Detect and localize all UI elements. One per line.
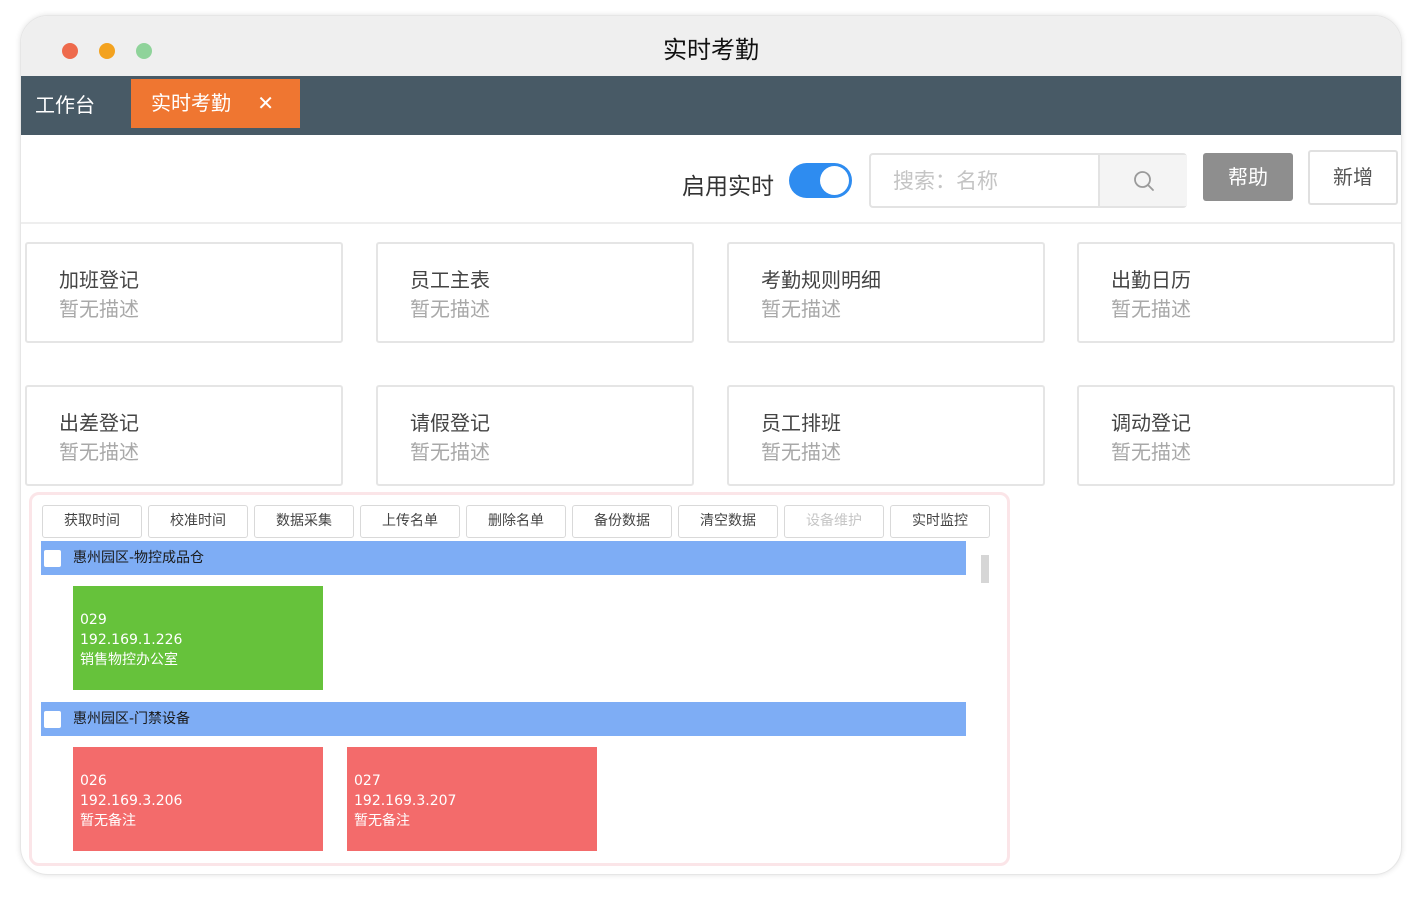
app-window: 实时考勤 工作台 实时考勤 ✕ 启用实时 帮助 新增 加班登记 暂无描述 bbox=[20, 15, 1402, 875]
device-ip: 192.169.1.226 bbox=[80, 632, 183, 648]
card-title: 出差登记 bbox=[59, 411, 139, 435]
group-name: 惠州园区-门禁设备 bbox=[73, 711, 191, 727]
device-tile[interactable]: 026 192.169.3.206 暂无备注 bbox=[73, 747, 323, 851]
card-desc: 暂无描述 bbox=[1111, 297, 1191, 321]
device-id: 026 bbox=[80, 773, 107, 789]
title-bar: 实时考勤 bbox=[21, 16, 1401, 76]
realtime-monitor-button[interactable]: 实时监控 bbox=[890, 505, 990, 538]
card-title: 调动登记 bbox=[1111, 411, 1191, 435]
device-note: 暂无备注 bbox=[354, 813, 410, 829]
device-maintenance-button: 设备维护 bbox=[784, 505, 884, 538]
card-desc: 暂无描述 bbox=[59, 440, 139, 464]
close-icon[interactable]: ✕ bbox=[257, 79, 274, 128]
device-tile[interactable]: 029 192.169.1.226 销售物控办公室 bbox=[73, 586, 323, 690]
search-box bbox=[869, 153, 1187, 208]
search-button[interactable] bbox=[1098, 155, 1187, 206]
clear-data-button[interactable]: 清空数据 bbox=[678, 505, 778, 538]
group-checkbox[interactable] bbox=[44, 711, 61, 728]
card-overtime[interactable]: 加班登记 暂无描述 bbox=[25, 242, 343, 343]
get-time-button[interactable]: 获取时间 bbox=[42, 505, 142, 538]
device-note: 销售物控办公室 bbox=[80, 652, 178, 668]
card-leave[interactable]: 请假登记 暂无描述 bbox=[376, 385, 694, 486]
card-title: 出勤日历 bbox=[1111, 268, 1191, 292]
tab-label: 实时考勤 bbox=[151, 91, 231, 115]
card-attendance-calendar[interactable]: 出勤日历 暂无描述 bbox=[1077, 242, 1395, 343]
group-checkbox[interactable] bbox=[44, 550, 61, 567]
tab-realtime-attendance[interactable]: 实时考勤 ✕ bbox=[131, 79, 300, 128]
card-desc: 暂无描述 bbox=[410, 297, 490, 321]
card-title: 员工主表 bbox=[410, 268, 490, 292]
card-title: 考勤规则明细 bbox=[761, 268, 881, 292]
card-desc: 暂无描述 bbox=[761, 297, 841, 321]
card-business-trip[interactable]: 出差登记 暂无描述 bbox=[25, 385, 343, 486]
group-name: 惠州园区-物控成品仓 bbox=[73, 550, 205, 566]
search-input[interactable] bbox=[871, 155, 1099, 206]
card-attendance-rules[interactable]: 考勤规则明细 暂无描述 bbox=[727, 242, 1045, 343]
card-title: 员工排班 bbox=[761, 411, 841, 435]
device-id: 027 bbox=[354, 773, 381, 789]
card-desc: 暂无描述 bbox=[59, 297, 139, 321]
search-icon bbox=[1134, 171, 1154, 191]
backup-data-button[interactable]: 备份数据 bbox=[572, 505, 672, 538]
calibrate-time-button[interactable]: 校准时间 bbox=[148, 505, 248, 538]
device-id: 029 bbox=[80, 612, 107, 628]
device-group-header[interactable]: 惠州园区-物控成品仓 bbox=[41, 541, 966, 575]
scrollbar-thumb[interactable] bbox=[981, 555, 989, 583]
toggle-knob bbox=[820, 166, 849, 195]
help-button[interactable]: 帮助 bbox=[1203, 153, 1293, 201]
card-title: 请假登记 bbox=[410, 411, 490, 435]
window-title: 实时考勤 bbox=[663, 36, 759, 64]
card-desc: 暂无描述 bbox=[1111, 440, 1191, 464]
device-group-header[interactable]: 惠州园区-门禁设备 bbox=[41, 702, 966, 736]
add-button[interactable]: 新增 bbox=[1308, 150, 1398, 205]
card-shift-schedule[interactable]: 员工排班 暂无描述 bbox=[727, 385, 1045, 486]
card-desc: 暂无描述 bbox=[410, 440, 490, 464]
device-tile[interactable]: 027 192.169.3.207 暂无备注 bbox=[347, 747, 597, 851]
card-title: 加班登记 bbox=[59, 268, 139, 292]
realtime-label: 启用实时 bbox=[682, 174, 774, 200]
device-note: 暂无备注 bbox=[80, 813, 136, 829]
upload-list-button[interactable]: 上传名单 bbox=[360, 505, 460, 538]
delete-list-button[interactable]: 删除名单 bbox=[466, 505, 566, 538]
realtime-toggle[interactable] bbox=[789, 163, 852, 198]
tab-workbench[interactable]: 工作台 bbox=[35, 76, 95, 135]
card-transfer[interactable]: 调动登记 暂无描述 bbox=[1077, 385, 1395, 486]
card-employee-master[interactable]: 员工主表 暂无描述 bbox=[376, 242, 694, 343]
device-ip: 192.169.3.207 bbox=[354, 793, 457, 809]
device-ip: 192.169.3.206 bbox=[80, 793, 183, 809]
card-desc: 暂无描述 bbox=[761, 440, 841, 464]
tab-bar: 工作台 实时考勤 ✕ bbox=[21, 76, 1401, 135]
collect-data-button[interactable]: 数据采集 bbox=[254, 505, 354, 538]
device-panel: 获取时间 校准时间 数据采集 上传名单 删除名单 备份数据 清空数据 设备维护 … bbox=[29, 492, 1010, 866]
toolbar: 启用实时 帮助 新增 bbox=[21, 135, 1401, 224]
